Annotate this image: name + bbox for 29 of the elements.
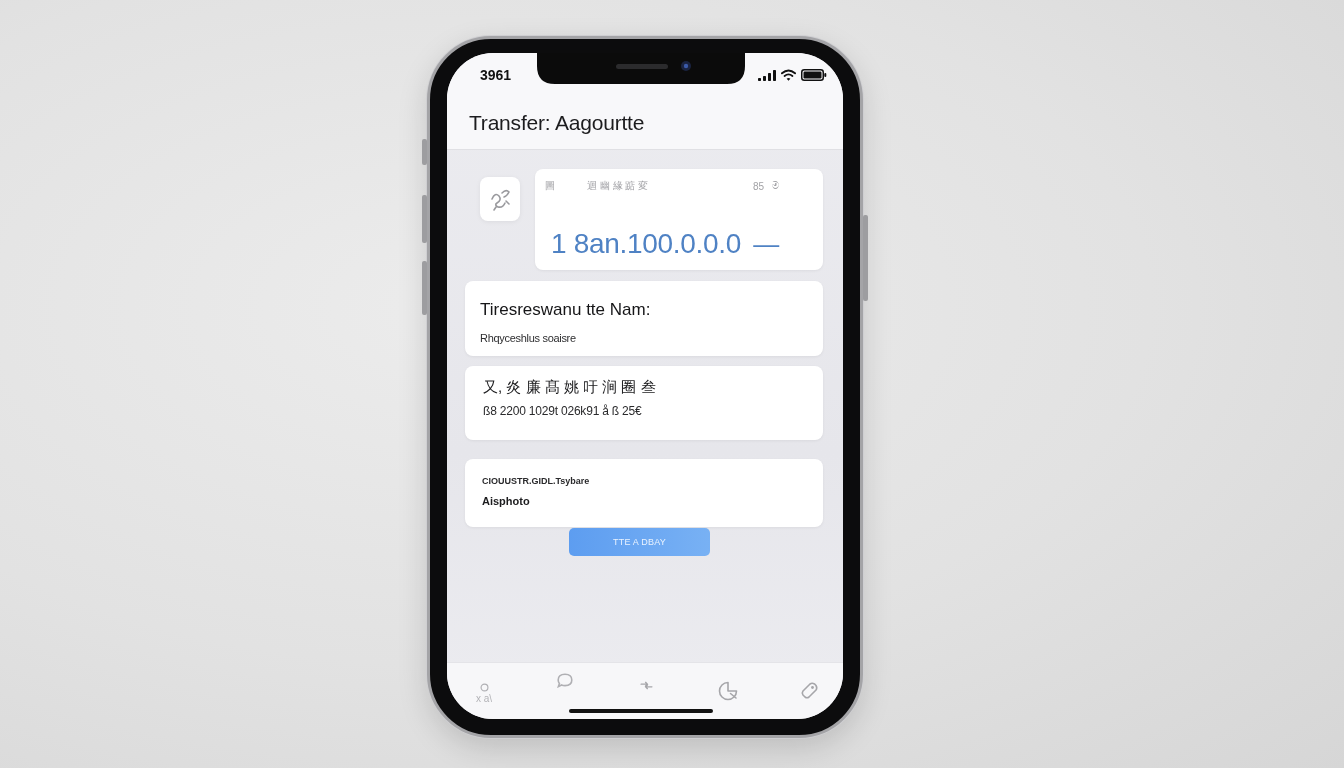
amount-label: 85 <box>752 180 764 192</box>
amount-value: 1 8an.100.0.0.0 <box>551 228 742 260</box>
side-button[interactable] <box>422 261 427 315</box>
side-button[interactable] <box>863 215 868 301</box>
circle-icon[interactable] <box>479 683 489 692</box>
pie-chart-icon[interactable] <box>717 681 738 701</box>
tag-icon[interactable] <box>799 681 819 701</box>
status-time: 3961 <box>480 67 512 83</box>
side-button[interactable] <box>422 139 427 165</box>
account-number: ß8 2200 1029t 026k91 å ß 25€ <box>483 404 643 418</box>
side-button[interactable] <box>422 195 427 243</box>
battery-icon <box>801 69 827 81</box>
recipient-name: Tiresreswanu tte Nam: <box>480 300 652 320</box>
wifi-icon <box>781 69 796 81</box>
chat-bubble-icon[interactable] <box>557 673 574 688</box>
amount-suffix: — <box>753 228 780 260</box>
screen-title: Transfer: Aagourtte <box>468 110 646 135</box>
note-label: CIOUUSTR.GIDL.Tsybare <box>482 476 591 486</box>
account-name: 又, 炎 廉 髙 姚 吁 涧 圈 叁 <box>483 378 657 397</box>
note-value: Aisphoto <box>482 495 531 507</box>
signal-icon <box>758 69 776 81</box>
swap-icon[interactable] <box>640 681 653 690</box>
scribble-icon <box>480 177 520 221</box>
amount-label: 迴 幽 緣 踮 変 <box>587 179 649 193</box>
amount-label: ම <box>772 180 779 192</box>
amount-label: 圖 <box>545 179 555 193</box>
tab-label[interactable]: x a\ <box>475 693 493 704</box>
recipient-detail: Rhqyceshlus soaisre <box>480 332 577 344</box>
action-button[interactable]: TTE A DBAY <box>569 528 710 556</box>
